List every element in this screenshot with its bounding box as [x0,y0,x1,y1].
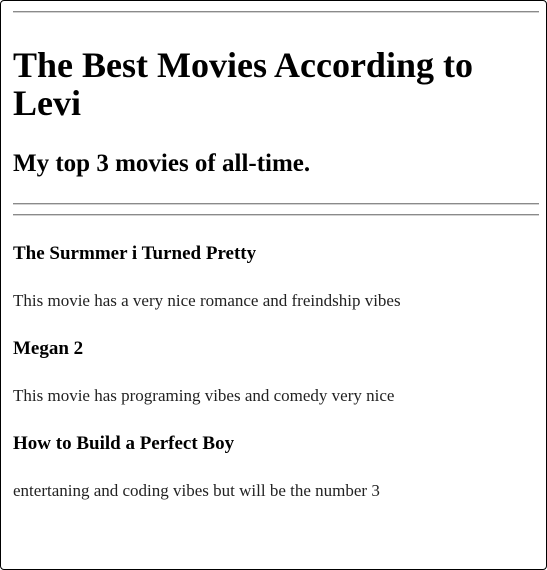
top-divider [13,11,539,13]
page-subtitle: My top 3 movies of all-time. [13,150,311,177]
movie-list: The Surmmer i Turned Pretty This movie h… [13,243,539,501]
movie-title: Megan 2 [13,338,84,359]
section-divider-2 [13,214,539,216]
section-divider-1 [13,203,539,205]
movie-description: entertaning and coding vibes but will be… [13,481,380,500]
movie-item: The Surmmer i Turned Pretty This movie h… [13,243,539,311]
movie-title: How to Build a Perfect Boy [13,433,235,454]
movie-title: The Surmmer i Turned Pretty [13,243,257,264]
page-title: The Best Movies According to Levi [13,45,473,123]
movie-item: Megan 2 This movie has programing vibes … [13,338,539,406]
page-content: The Best Movies According to Levi My top… [13,1,539,501]
page-frame: The Best Movies According to Levi My top… [0,0,547,570]
movie-item: How to Build a Perfect Boy entertaning a… [13,433,539,501]
movie-description: This movie has programing vibes and come… [13,386,395,405]
movie-description: This movie has a very nice romance and f… [13,291,401,310]
